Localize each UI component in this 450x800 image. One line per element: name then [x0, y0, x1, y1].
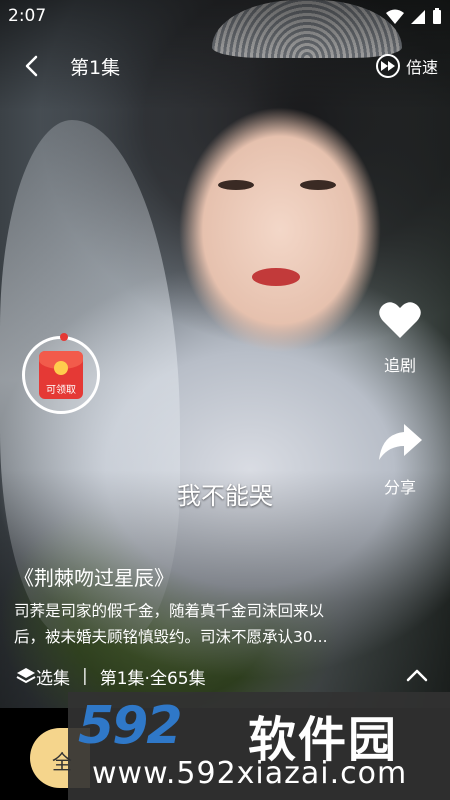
status-time: 2:07	[8, 6, 47, 26]
red-packet-label: 可领取	[46, 385, 76, 396]
player-header: 第1集 倍速	[0, 44, 450, 88]
status-icons	[386, 8, 442, 25]
wifi-icon	[386, 9, 404, 24]
eye-shape-right	[300, 180, 336, 190]
fast-forward-icon	[375, 54, 400, 78]
follow-drama-label: 追剧	[383, 356, 416, 375]
coin-icon	[54, 361, 68, 375]
layers-icon	[16, 668, 36, 684]
eye-shape-left	[218, 180, 254, 190]
red-packet-badge	[60, 333, 68, 341]
red-packet-button[interactable]: 可领取	[22, 333, 100, 414]
drama-description[interactable]: 司荞是司家的假千金，随着真千金司沫回来以 后，被未婚夫顾铭慎毁约。司沫不愿承认3…	[14, 598, 374, 650]
episode-separator: |	[82, 666, 88, 686]
episode-selector[interactable]: 选集 | 第1集·全65集	[16, 662, 206, 690]
drama-title: 《荆棘吻过星辰》	[14, 566, 174, 590]
watermark-overlay: 592 软件园 www.592xiazai.com	[68, 692, 450, 800]
select-episode-label: 选集	[36, 668, 70, 689]
heart-icon	[379, 302, 421, 338]
video-subtitle: 我不能哭	[177, 482, 273, 510]
episode-progress-label: 第1集·全65集	[99, 668, 206, 689]
lips-shape	[252, 268, 300, 286]
episode-title: 第1集	[70, 57, 121, 79]
status-bar: 2:07	[0, 0, 450, 32]
watermark-url: www.592xiazai.com	[92, 756, 408, 791]
red-envelope-icon: 可领取	[39, 351, 83, 399]
description-line-2: 后，被未婚夫顾铭慎毁约。司沫不愿承认30...	[14, 628, 328, 646]
description-line-1: 司荞是司家的假千金，随着真千金司沫回来以	[14, 602, 325, 620]
battery-icon	[433, 8, 441, 24]
signal-icon	[411, 9, 425, 24]
chevron-up-icon[interactable]	[404, 664, 430, 686]
watermark-logo-number: 592	[78, 696, 183, 756]
back-icon[interactable]	[16, 50, 48, 82]
share-icon	[379, 424, 422, 460]
speed-label: 倍速	[405, 58, 438, 77]
speed-button[interactable]: 倍速	[375, 54, 438, 78]
follow-drama-button[interactable]: 追剧	[372, 296, 428, 376]
